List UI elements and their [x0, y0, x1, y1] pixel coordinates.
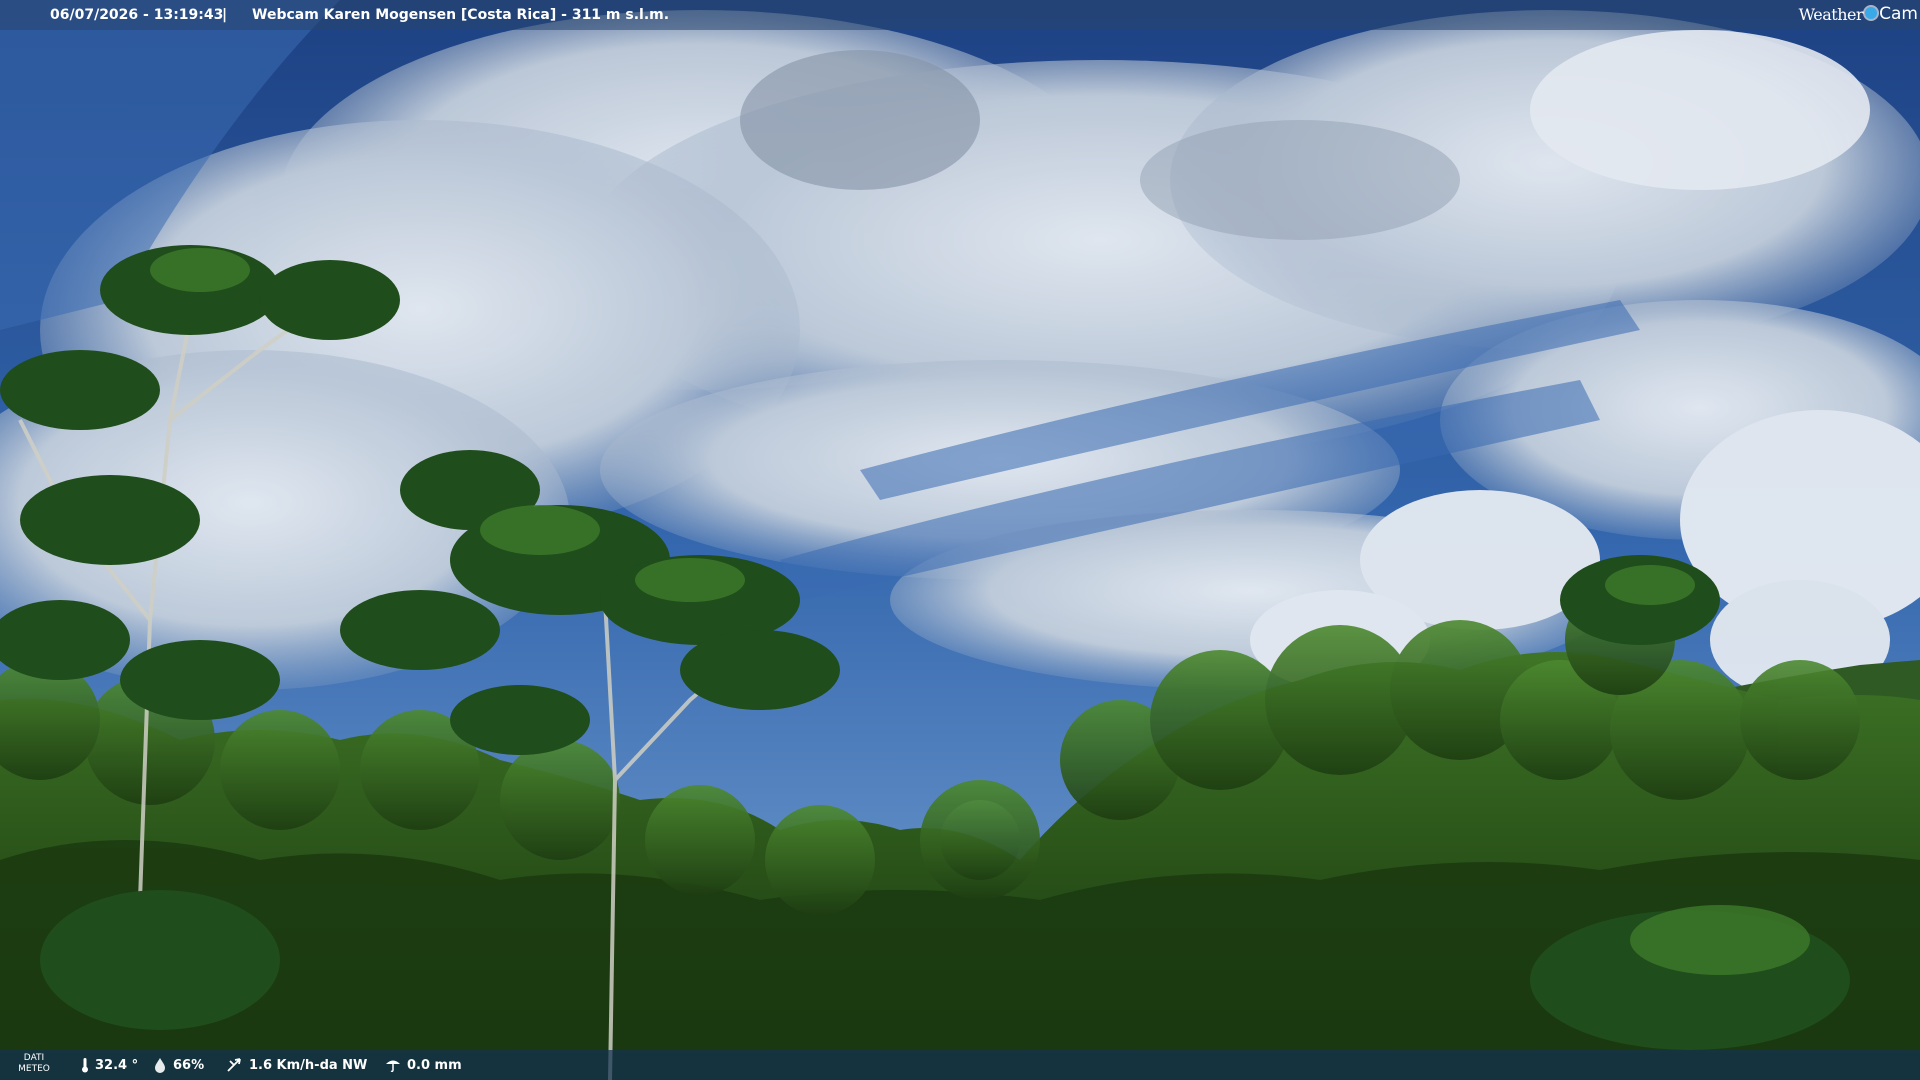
- meteo-label-line2: METEO: [18, 1064, 50, 1074]
- logo-weather-text: Weather: [1798, 4, 1864, 24]
- temperature-metric: 32.4 °: [80, 1057, 138, 1073]
- humidity-icon: [155, 1058, 165, 1073]
- meteo-bar: DATI METEO 32.4 ° 66% 1.6 Km/h-da NW 0.0…: [0, 1050, 1920, 1080]
- meteo-label: DATI METEO: [16, 1053, 52, 1075]
- rain-value: 0.0 mm: [407, 1057, 462, 1073]
- wind-value: 1.6 Km/h-da NW: [249, 1057, 368, 1073]
- meteo-label-line1: DATI: [23, 1053, 45, 1063]
- logo-dot-icon: [1865, 7, 1878, 19]
- timestamp: 06/07/2026 - 13:19:43: [50, 7, 224, 23]
- thermometer-icon: [82, 1058, 88, 1073]
- top-info-bar: 06/07/2026 - 13:19:43 | Webcam Karen Mog…: [0, 0, 1920, 30]
- humidity-metric: 66%: [152, 1057, 204, 1073]
- wind-metric: 1.6 Km/h-da NW: [226, 1057, 367, 1073]
- webcam-title: Webcam Karen Mogensen [Costa Rica] - 311…: [252, 7, 670, 23]
- logo-cam-text: Cam: [1879, 4, 1918, 24]
- humidity-value: 66%: [173, 1057, 205, 1073]
- separator: |: [222, 7, 228, 23]
- weathercam-logo: Weather Cam: [1799, 2, 1918, 26]
- temperature-value: 32.4 °: [95, 1057, 139, 1073]
- rain-metric: 0.0 mm: [384, 1057, 462, 1073]
- webcam-frame: 06/07/2026 - 13:19:43 | Webcam Karen Mog…: [0, 0, 1920, 1080]
- rain-icon: [386, 1060, 400, 1073]
- wind-icon: [227, 1058, 241, 1072]
- webcam-image: [0, 0, 1920, 1080]
